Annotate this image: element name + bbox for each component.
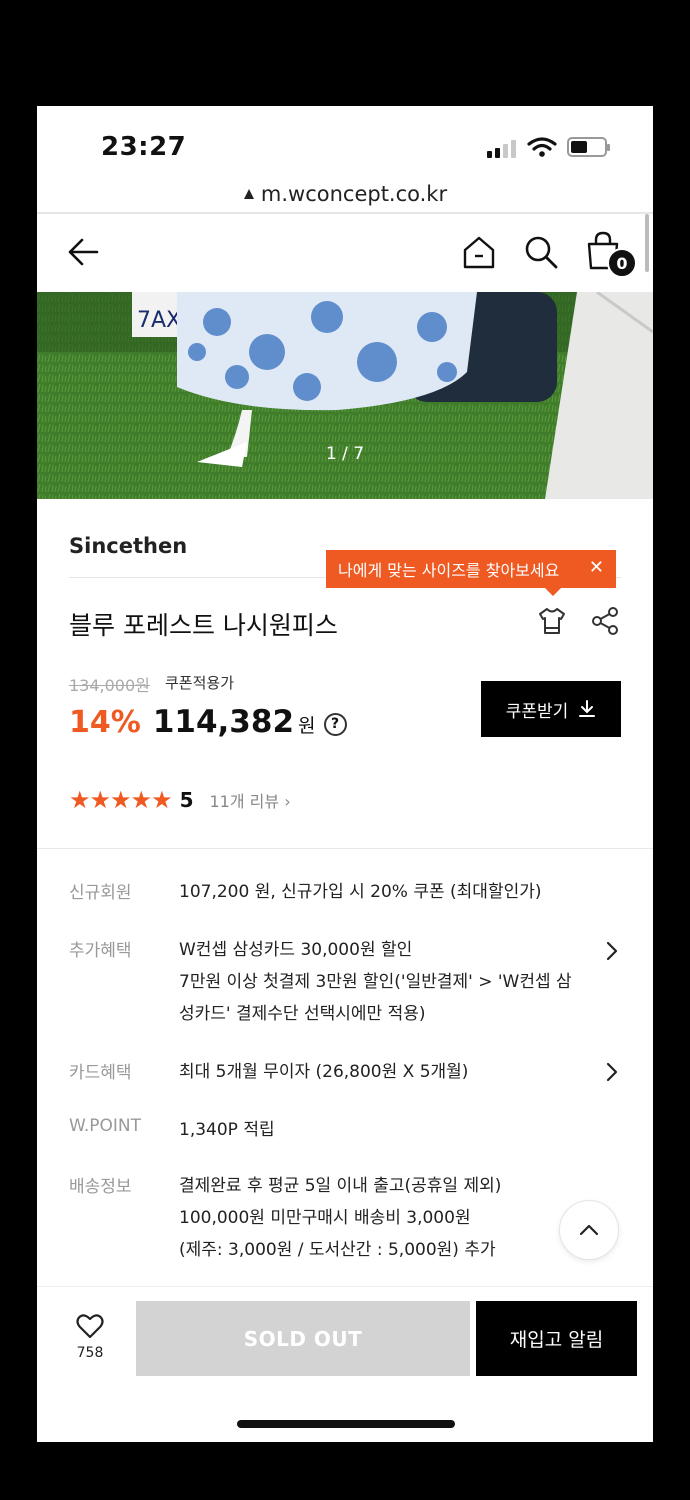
wishlist-button[interactable]: 758 — [59, 1313, 121, 1361]
review-count-link[interactable]: 11개 리뷰 › — [210, 788, 291, 812]
sale-price: 114,382 — [152, 704, 295, 740]
benefit-line: 107,200 원, 신규가입 시 20% 쿠폰 (최대할인가) — [179, 882, 542, 902]
wifi-icon — [527, 137, 557, 157]
bottom-action-bar: 758 SOLD OUT 재입고 알림 — [37, 1286, 653, 1442]
benefit-line: W컨셉 삼성카드 30,000원 할인 — [179, 940, 413, 960]
benefit-line: 성카드' 결제수단 선택시에만 적용) — [179, 1004, 426, 1024]
size-guide-shirt-icon[interactable] — [537, 606, 567, 636]
benefit-label-shipping: 배송정보 — [69, 1177, 132, 1197]
price-row: 14% 114,382 원 ? — [69, 704, 347, 740]
benefit-line: 최대 5개월 무이자 (26,800원 X 5개월) — [179, 1062, 469, 1082]
url-text: m.wconcept.co.kr — [260, 182, 448, 206]
benefit-line: 1,340P 적립 — [179, 1120, 275, 1140]
scroll-to-top-button[interactable] — [559, 1200, 619, 1260]
brand-name[interactable]: Sincethen — [69, 534, 187, 558]
address-bar[interactable]: m.wconcept.co.kr — [37, 176, 653, 212]
search-icon[interactable] — [523, 234, 559, 270]
discount-rate: 14% — [69, 705, 141, 740]
coupon-price-note: 쿠폰적용가 — [165, 674, 235, 692]
benefit-line: (제주: 3,000원 / 도서산간 : 5,000원) 추가 — [179, 1240, 496, 1260]
product-title: 블루 포레스트 나시원피스 — [69, 611, 338, 640]
coupon-button-label: 쿠폰받기 — [505, 701, 569, 722]
chevron-right-icon[interactable] — [605, 940, 619, 962]
benefit-text-card[interactable]: 최대 5개월 무이자 (26,800원 X 5개월) — [179, 1056, 468, 1088]
phone-screen: 23:27 m.wconcept.co.kr 0 7AX 1 / 7 Since… — [37, 106, 653, 1442]
home-icon[interactable] — [461, 234, 497, 270]
rating-value: 5 — [179, 788, 194, 812]
get-coupon-button[interactable]: 쿠폰받기 — [481, 681, 621, 737]
benefit-text-new-member: 107,200 원, 신규가입 시 20% 쿠폰 (최대할인가) — [179, 876, 542, 908]
benefit-label-wpoint: W.POINT — [69, 1116, 142, 1136]
heart-icon — [76, 1314, 104, 1339]
rating-row[interactable]: ★★★★★ 5 11개 리뷰 › — [69, 786, 291, 814]
benefit-label-extra: 추가혜택 — [69, 941, 132, 961]
benefit-label-new-member: 신규회원 — [69, 883, 132, 903]
address-bar-divider — [37, 212, 653, 214]
cellular-signal-icon — [487, 140, 516, 158]
size-tip-text: 나에게 맞는 사이즈를 찾아보세요 — [338, 561, 560, 580]
status-time: 23:27 — [101, 132, 187, 162]
top-navigation: 0 — [37, 216, 653, 292]
benefit-text-extra[interactable]: W컨셉 삼성카드 30,000원 할인 7만원 이상 첫결제 3만원 할인('일… — [179, 934, 572, 1030]
product-image-carousel[interactable]: 7AX 1 / 7 — [37, 292, 653, 499]
status-bar: 23:27 — [37, 106, 653, 180]
download-icon — [579, 700, 596, 717]
image-counter: 1 / 7 — [325, 444, 365, 464]
sold-out-button[interactable]: SOLD OUT — [136, 1301, 470, 1376]
size-finder-tooltip[interactable]: 나에게 맞는 사이즈를 찾아보세요 ✕ — [326, 550, 616, 596]
chevron-right-icon[interactable] — [605, 1061, 619, 1083]
benefit-label-card: 카드혜택 — [69, 1063, 132, 1083]
benefit-line: 7만원 이상 첫결제 3만원 할인('일반결제' > 'W컨셉 삼 — [179, 972, 572, 992]
star-rating-icon: ★★★★★ — [69, 786, 173, 814]
cart-count-badge[interactable]: 0 — [607, 248, 637, 278]
benefit-text-shipping: 결제완료 후 평균 5일 이내 출고(공휴일 제외) 100,000원 미만구매… — [179, 1170, 501, 1266]
product-photo: 7AX — [37, 292, 653, 499]
chevron-up-icon — [579, 1224, 599, 1236]
back-arrow-icon[interactable] — [65, 234, 101, 270]
close-icon[interactable]: ✕ — [589, 559, 604, 577]
original-price: 134,000원 — [69, 676, 150, 695]
benefit-line: 결제완료 후 평균 5일 이내 출고(공휴일 제외) — [179, 1176, 502, 1196]
section-divider — [37, 848, 653, 849]
battery-icon — [567, 137, 610, 157]
benefit-line: 100,000원 미만구매시 배송비 3,000원 — [179, 1208, 471, 1228]
svg-text:7AX: 7AX — [137, 308, 181, 333]
wishlist-count: 758 — [76, 1345, 104, 1361]
price-help-icon[interactable]: ? — [323, 712, 347, 736]
home-indicator[interactable] — [237, 1420, 455, 1428]
currency-unit: 원 — [298, 715, 316, 737]
restock-alert-button[interactable]: 재입고 알림 — [476, 1301, 637, 1376]
lock-icon — [243, 189, 254, 199]
share-icon[interactable] — [591, 606, 619, 636]
benefit-text-wpoint: 1,340P 적립 — [179, 1114, 275, 1146]
